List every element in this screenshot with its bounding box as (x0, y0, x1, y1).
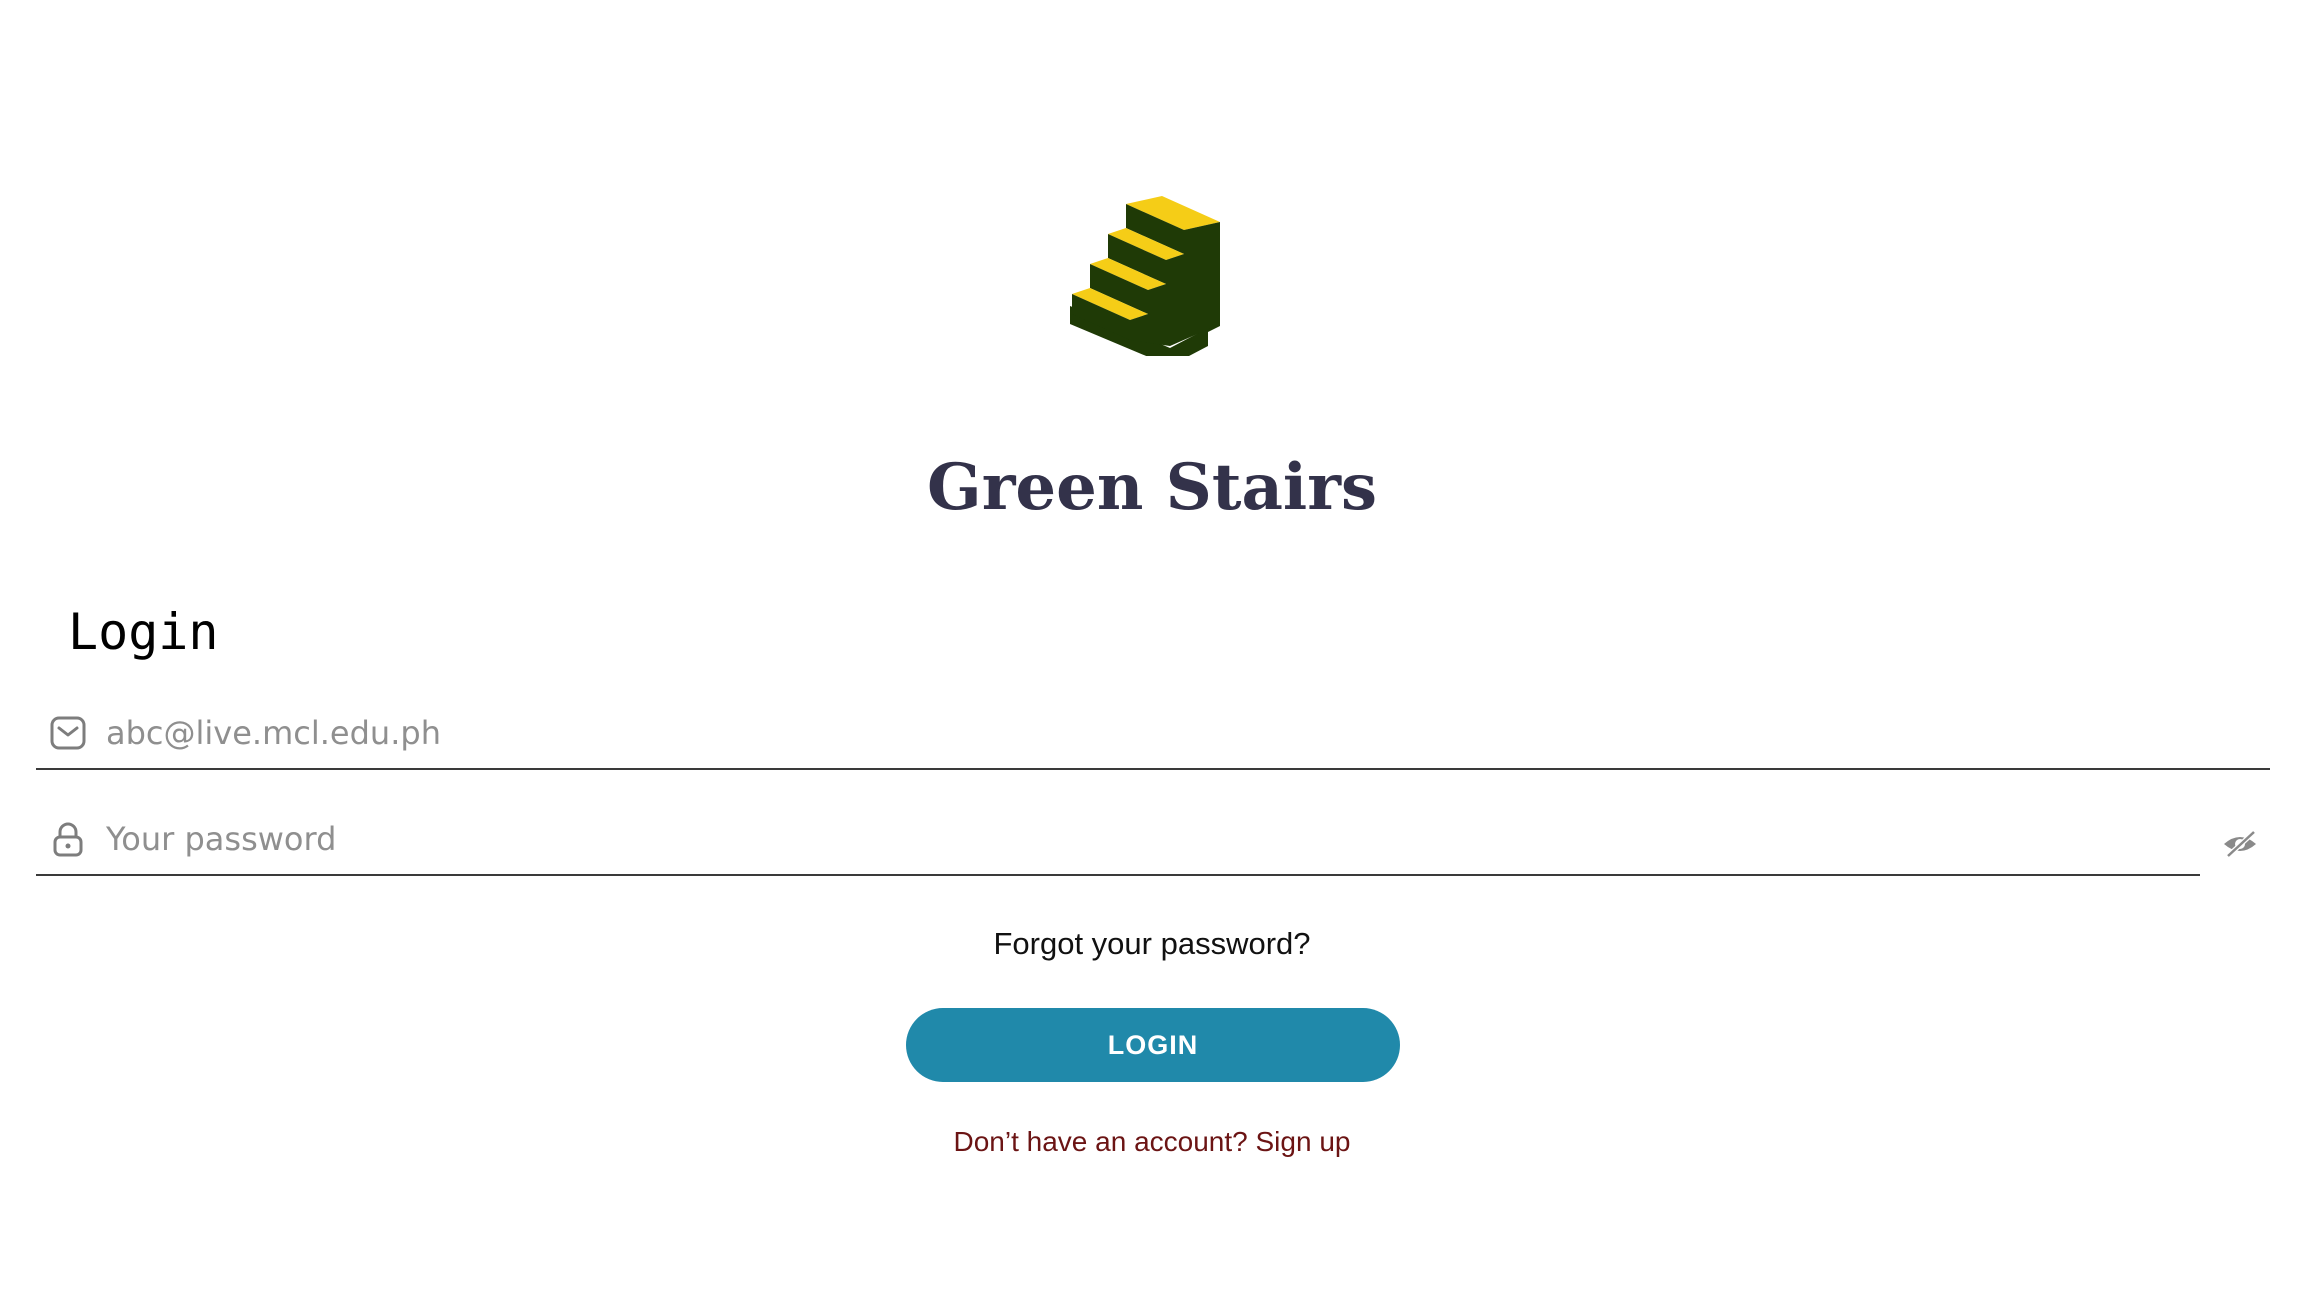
password-input[interactable] (106, 812, 2106, 866)
email-input[interactable] (106, 706, 2106, 760)
eye-off-icon[interactable] (2220, 824, 2260, 864)
stairs-logo (1070, 196, 1220, 356)
forgot-password-link[interactable]: Forgot your password? (0, 922, 2304, 966)
login-button[interactable]: LOGIN (906, 1008, 1400, 1082)
email-field[interactable] (36, 698, 2270, 770)
lock-icon (53, 822, 83, 857)
app-title: Green Stairs (927, 450, 1377, 525)
mail-icon (50, 716, 86, 750)
password-field[interactable] (36, 804, 2200, 876)
login-heading: Login (68, 603, 219, 661)
signup-link[interactable]: Don’t have an account? Sign up (0, 1122, 2304, 1162)
login-screen: Green Stairs Login Forgot your password?… (0, 0, 2304, 1314)
